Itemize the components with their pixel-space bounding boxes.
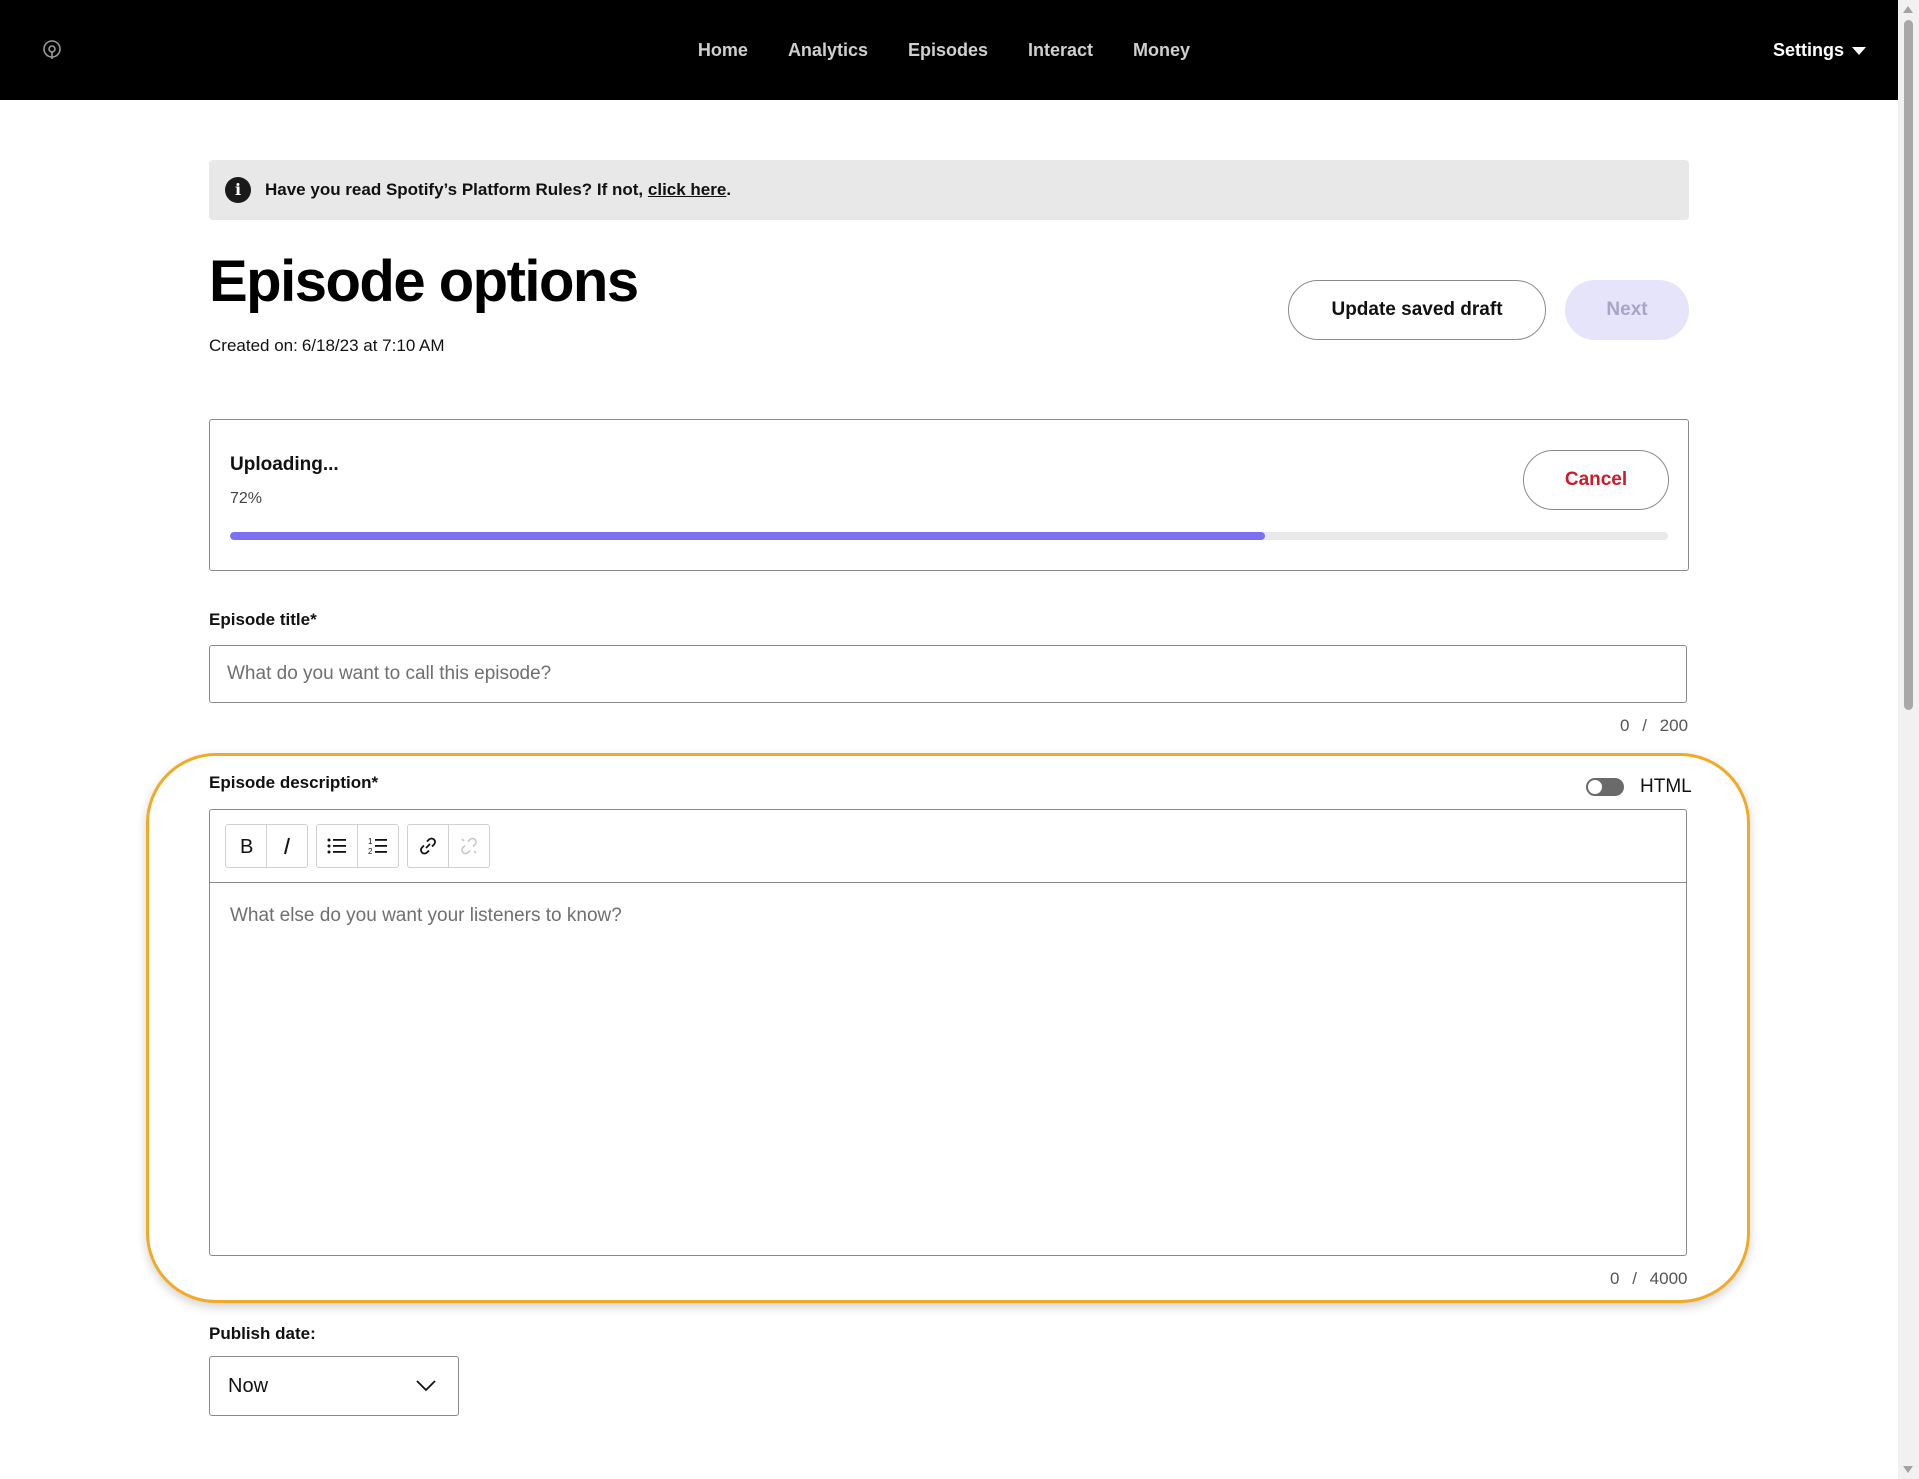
bullet-list-icon[interactable]	[317, 825, 357, 867]
top-navigation-bar: Home Analytics Episodes Interact Money S…	[0, 0, 1898, 100]
next-button[interactable]: Next	[1565, 280, 1689, 340]
description-char-count: 0	[1610, 1269, 1620, 1288]
cancel-upload-button[interactable]: Cancel	[1523, 450, 1669, 510]
svg-text:2: 2	[368, 847, 373, 855]
upload-status-card: Uploading... 72% Cancel	[209, 419, 1689, 571]
svg-text:1: 1	[368, 837, 373, 846]
episode-title-input[interactable]	[209, 645, 1687, 703]
nav-analytics[interactable]: Analytics	[788, 0, 868, 100]
nav-interact[interactable]: Interact	[1028, 0, 1093, 100]
settings-label: Settings	[1772, 40, 1844, 60]
created-label: Created on:	[209, 336, 298, 355]
main-nav: Home Analytics Episodes Interact Money	[0, 0, 1898, 100]
nav-episodes[interactable]: Episodes	[908, 0, 988, 100]
format-group: B	[225, 824, 308, 868]
created-value: 6/18/23 at 7:10 AM	[301, 336, 445, 355]
list-group: 1 2	[316, 824, 399, 868]
publish-date-select[interactable]: Now	[209, 1356, 459, 1416]
upload-progress-bar	[230, 532, 1668, 540]
title-char-max: 200	[1659, 716, 1689, 735]
publish-date-value: Now	[228, 1374, 269, 1397]
nav-money[interactable]: Money	[1133, 0, 1190, 100]
banner-suffix: .	[726, 180, 732, 199]
platform-rules-banner: i Have you read Spotify’s Platform Rules…	[209, 160, 1689, 220]
upload-progress-fill	[230, 532, 1266, 540]
description-char-max: 4000	[1649, 1269, 1688, 1288]
platform-rules-link[interactable]: click here	[648, 180, 726, 199]
toggle-knob	[1588, 780, 1602, 794]
nav-home[interactable]: Home	[698, 0, 748, 100]
banner-text: Have you read Spotify’s Platform Rules? …	[265, 180, 731, 200]
editor-toolbar: B 1 2	[210, 810, 1686, 883]
html-toggle-switch[interactable]	[1586, 778, 1624, 796]
description-textarea[interactable]: What else do you want your listeners to …	[210, 883, 1686, 1255]
scroll-thumb[interactable]	[1904, 20, 1913, 710]
html-toggle-group: HTML	[1586, 776, 1692, 798]
link-group	[407, 824, 490, 868]
chevron-down-icon	[416, 1375, 436, 1398]
episode-title-counter: 0 / 200	[1620, 716, 1688, 736]
link-icon[interactable]	[408, 825, 448, 867]
banner-message: Have you read Spotify’s Platform Rules? …	[265, 180, 648, 199]
publish-date-label: Publish date:	[209, 1324, 316, 1343]
episode-description-label: Episode description*	[209, 773, 379, 792]
created-on: Created on: 6/18/23 at 7:10 AM	[209, 336, 445, 356]
episode-title-label: Episode title*	[209, 610, 317, 629]
italic-icon[interactable]	[266, 825, 307, 867]
scroll-up-arrow-icon[interactable]	[1903, 6, 1913, 13]
numbered-list-icon[interactable]: 1 2	[357, 825, 398, 867]
html-toggle-label: HTML	[1640, 776, 1692, 797]
bold-icon[interactable]: B	[226, 825, 266, 867]
episode-description-counter: 0 / 4000	[1610, 1269, 1688, 1289]
upload-percent: 72%	[230, 490, 263, 507]
page-scrollbar[interactable]	[1898, 0, 1919, 1479]
settings-menu[interactable]: Settings	[1773, 0, 1866, 100]
update-draft-button[interactable]: Update saved draft	[1288, 280, 1546, 340]
page-title: Episode options	[209, 249, 639, 314]
description-counter-separator: /	[1632, 1269, 1637, 1288]
title-counter-separator: /	[1642, 716, 1647, 735]
upload-title: Uploading...	[230, 454, 339, 475]
unlink-icon	[448, 825, 489, 867]
description-editor: B 1 2 What else do you want your listene…	[209, 809, 1687, 1256]
scroll-down-arrow-icon[interactable]	[1903, 1466, 1913, 1473]
chevron-down-icon	[1852, 47, 1866, 55]
title-char-count: 0	[1620, 716, 1630, 735]
info-icon: i	[225, 177, 251, 203]
svg-text:B: B	[240, 836, 253, 856]
